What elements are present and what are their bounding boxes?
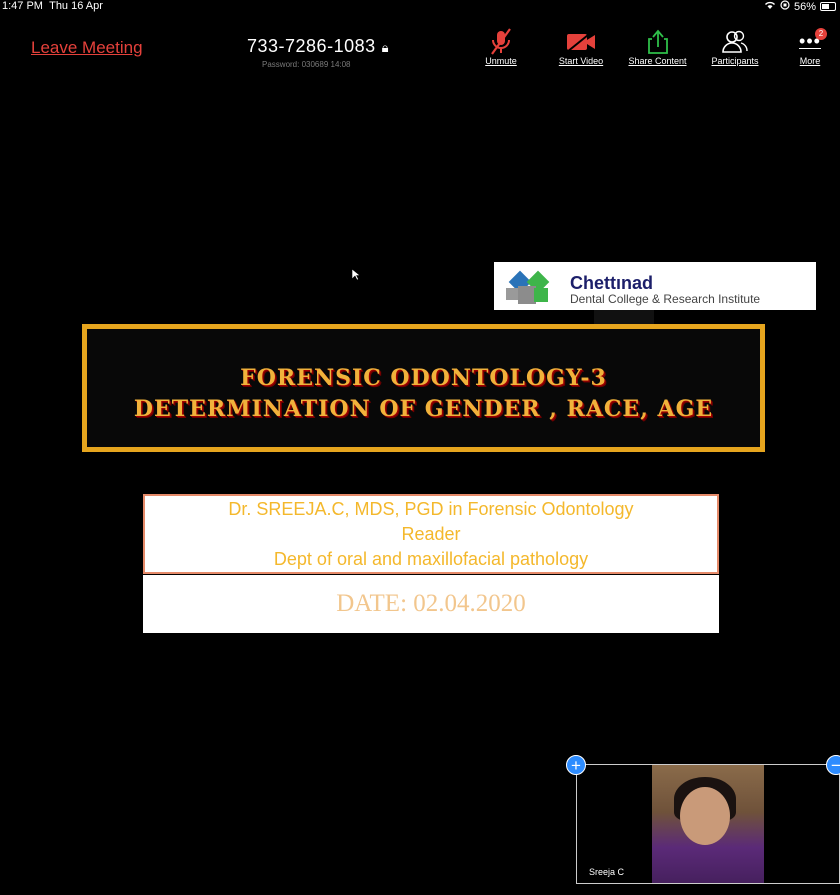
participant-face xyxy=(680,787,730,845)
lock-icon: 🔒︎ xyxy=(381,40,390,55)
start-video-button[interactable]: Start Video xyxy=(551,28,611,66)
logo-name: Chettınad xyxy=(570,273,653,293)
unmute-label: Unmute xyxy=(485,56,517,66)
status-time: 1:47 PM Thu 16 Apr xyxy=(2,0,103,12)
chettinad-emblem-icon xyxy=(506,270,550,304)
meeting-toolbar: Leave Meeting 733-7286-1083 🔒︎ Password: … xyxy=(0,18,840,74)
battery-percent: 56% xyxy=(793,0,816,13)
wifi-icon xyxy=(764,1,776,13)
unmute-button[interactable]: Unmute xyxy=(481,28,521,66)
expand-video-button[interactable]: + xyxy=(566,755,586,775)
slide-title-box: FORENSIC ODONTOLOGY-3 DETERMINATION OF G… xyxy=(82,324,765,452)
meeting-password: Password: 030689 14:08 xyxy=(262,60,351,69)
participant-video xyxy=(652,765,764,883)
author-department: Dept of oral and maxillofacial pathology xyxy=(273,549,589,569)
share-content-button[interactable]: Share Content xyxy=(620,28,695,66)
slide-title-line-2: DETERMINATION OF GENDER , RACE, AGE xyxy=(133,396,714,422)
author-name: Dr. SREEJA.C, MDS, PGD in Forensic Odont… xyxy=(228,499,634,519)
author-title: Reader xyxy=(401,524,461,544)
institute-logo: Chettınad Dental College & Research Inst… xyxy=(494,262,816,310)
participants-label: Participants xyxy=(711,56,759,66)
mouse-cursor-icon xyxy=(351,268,362,286)
leave-meeting-button[interactable]: Leave Meeting xyxy=(31,38,143,58)
participants-icon xyxy=(702,28,768,56)
orientation-lock-icon xyxy=(780,0,790,13)
slide-date: DATE: 02.04.2020 xyxy=(143,575,719,633)
battery-icon xyxy=(820,2,836,11)
participant-name: Sreeja C xyxy=(589,867,625,877)
start-video-label: Start Video xyxy=(558,56,604,66)
participants-button[interactable]: Participants xyxy=(702,28,768,66)
author-box: Dr. SREEJA.C, MDS, PGD in Forensic Odont… xyxy=(143,494,719,574)
more-badge: 2 xyxy=(815,28,827,40)
muted-mic-icon xyxy=(481,28,521,56)
video-off-icon xyxy=(551,28,611,56)
share-content-label: Share Content xyxy=(628,56,687,66)
meeting-id: 733-7286-1083 🔒︎ xyxy=(247,36,390,56)
status-bar: 1:47 PM Thu 16 Apr 56% xyxy=(0,0,840,14)
more-label: More xyxy=(799,56,821,66)
more-button[interactable]: ••• 2 More xyxy=(794,28,827,66)
share-icon xyxy=(620,28,695,56)
logo-subtitle: Dental College & Research Institute xyxy=(570,292,761,306)
status-right: 56% xyxy=(764,0,836,13)
video-thumbnail[interactable]: Sreeja C xyxy=(576,764,840,884)
minimize-video-button[interactable]: − xyxy=(826,755,840,775)
slide-title-line-1: FORENSIC ODONTOLOGY-3 xyxy=(240,365,607,391)
